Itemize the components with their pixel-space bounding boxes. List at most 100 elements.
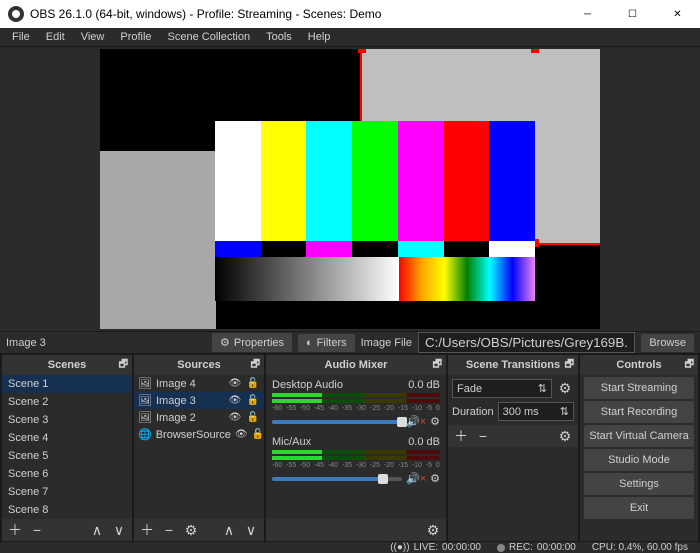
visibility-toggle[interactable]: 👁 (228, 395, 242, 406)
start-virtual-camera-button[interactable]: Start Virtual Camera (584, 425, 694, 447)
source-down-button[interactable]: ∨ (242, 521, 260, 539)
popout-icon[interactable]: 🗗 (685, 357, 694, 374)
menu-edit[interactable]: Edit (38, 28, 73, 46)
scenes-list[interactable]: Scene 1Scene 2Scene 3Scene 4Scene 5Scene… (2, 375, 132, 519)
scene-item[interactable]: Scene 2 (2, 393, 132, 411)
popout-icon[interactable]: 🗗 (433, 357, 442, 374)
menu-profile[interactable]: Profile (112, 28, 159, 46)
remove-scene-button[interactable]: − (28, 521, 46, 539)
menu-view[interactable]: View (73, 28, 113, 46)
studio-mode-button[interactable]: Studio Mode (584, 449, 694, 471)
channel-settings-button[interactable]: ⚙ (430, 472, 440, 485)
transition-current: Fade (457, 383, 482, 395)
close-button[interactable]: ✕ (655, 0, 700, 28)
menubar: File Edit View Profile Scene Collection … (0, 28, 700, 47)
selected-source-name: Image 3 (6, 337, 206, 349)
add-source-button[interactable]: ＋ (138, 521, 156, 539)
transitions-panel: Scene Transitions🗗 Fade⇅ ⚙ Duration 300 … (448, 355, 578, 541)
transitions-body: Fade⇅ ⚙ Duration 300 ms⇅ (448, 375, 578, 425)
sources-header[interactable]: Sources 🗗 (134, 355, 264, 375)
scene-item[interactable]: Scene 4 (2, 429, 132, 447)
exit-button[interactable]: Exit (584, 497, 694, 519)
settings-button[interactable]: Settings (584, 473, 694, 495)
vu-meter (272, 450, 440, 454)
lock-toggle[interactable]: 🔓 (246, 412, 260, 423)
browse-button[interactable]: Browse (641, 334, 694, 352)
mixer-settings-button[interactable]: ⚙ (424, 521, 442, 539)
lock-toggle[interactable]: 🔓 (246, 395, 260, 406)
channel-db: 0.0 dB (408, 436, 440, 448)
source-item[interactable]: 🌐BrowserSource👁🔓 (134, 426, 264, 443)
source-item[interactable]: 🖼Image 3👁🔓 (134, 392, 264, 409)
scenes-toolbar: ＋ − ∧ ∨ (2, 519, 132, 541)
resize-handle-tl[interactable] (358, 49, 366, 53)
status-live: ((●)) LIVE: 00:00:00 (390, 542, 481, 553)
source-properties-button[interactable]: ⚙ (182, 521, 200, 539)
scene-item[interactable]: Scene 3 (2, 411, 132, 429)
scene-item[interactable]: Scene 1 (2, 375, 132, 393)
transition-props-button[interactable]: ⚙ (556, 427, 574, 445)
menu-tools[interactable]: Tools (258, 28, 300, 46)
image-icon: 🖼 (138, 411, 152, 424)
preview-area[interactable] (0, 47, 700, 331)
volume-slider[interactable] (272, 477, 402, 481)
obs-logo-icon (8, 6, 24, 22)
remove-transition-button[interactable]: − (474, 427, 492, 445)
minimize-button[interactable]: ─ (565, 0, 610, 28)
popout-icon[interactable]: 🗗 (119, 357, 128, 374)
visibility-toggle[interactable]: 👁 (235, 429, 248, 440)
source-item-label: Image 2 (156, 412, 224, 424)
source-item-label: BrowserSource (156, 429, 231, 441)
visibility-toggle[interactable]: 👁 (228, 378, 242, 389)
source-image4-testcard[interactable] (215, 121, 535, 301)
start-recording-button[interactable]: Start Recording (584, 401, 694, 423)
start-streaming-button[interactable]: Start Streaming (584, 377, 694, 399)
transitions-header[interactable]: Scene Transitions🗗 (448, 355, 578, 375)
mute-button[interactable]: 🔊× (406, 472, 426, 485)
mute-button[interactable]: 🔊× (406, 415, 426, 428)
visibility-toggle[interactable]: 👁 (228, 412, 242, 423)
sources-panel: Sources🗗 🖼Image 4👁🔓🖼Image 3👁🔓🖼Image 2👁🔓🌐… (134, 355, 264, 541)
lock-toggle[interactable]: 🔓 (252, 429, 264, 440)
maximize-button[interactable]: ☐ (610, 0, 655, 28)
channel-settings-button[interactable]: ⚙ (430, 415, 440, 428)
menu-file[interactable]: File (4, 28, 38, 46)
transition-settings-button[interactable]: ⚙ (556, 380, 574, 398)
filters-button[interactable]: ◐Filters (298, 334, 355, 352)
source-image2[interactable] (100, 151, 216, 329)
scene-item[interactable]: Scene 6 (2, 465, 132, 483)
properties-button[interactable]: ⚙Properties (212, 333, 292, 352)
source-item[interactable]: 🖼Image 4👁🔓 (134, 375, 264, 392)
scene-down-button[interactable]: ∨ (110, 521, 128, 539)
add-scene-button[interactable]: ＋ (6, 521, 24, 539)
menu-help[interactable]: Help (300, 28, 339, 46)
filters-label: Filters (317, 337, 347, 349)
controls-panel: Controls🗗 Start Streaming Start Recordin… (580, 355, 698, 541)
mixer-body: Desktop Audio0.0 dB-60-55-50-45-40-35-30… (266, 375, 446, 519)
add-transition-button[interactable]: ＋ (452, 427, 470, 445)
controls-header[interactable]: Controls🗗 (580, 355, 698, 375)
volume-slider[interactable] (272, 420, 402, 424)
duration-spinbox[interactable]: 300 ms⇅ (498, 402, 574, 421)
mixer-header[interactable]: Audio Mixer🗗 (266, 355, 446, 375)
source-item-label: Image 3 (156, 395, 224, 407)
scene-item[interactable]: Scene 7 (2, 483, 132, 501)
scenes-header[interactable]: Scenes🗗 (2, 355, 132, 375)
lock-toggle[interactable]: 🔓 (246, 378, 260, 389)
sources-list[interactable]: 🖼Image 4👁🔓🖼Image 3👁🔓🖼Image 2👁🔓🌐BrowserSo… (134, 375, 264, 519)
source-item[interactable]: 🖼 Image 2 👁 🔓 (134, 409, 264, 426)
scene-item[interactable]: Scene 5 (2, 447, 132, 465)
image-file-input[interactable] (418, 332, 635, 353)
remove-source-button[interactable]: − (160, 521, 178, 539)
scene-item[interactable]: Scene 8 (2, 501, 132, 519)
scene-up-button[interactable]: ∧ (88, 521, 106, 539)
menu-scene-collection[interactable]: Scene Collection (160, 28, 259, 46)
window-title: OBS 26.1.0 (64-bit, windows) - Profile: … (30, 7, 565, 21)
popout-icon[interactable]: 🗗 (565, 357, 574, 374)
popout-icon[interactable]: 🗗 (251, 357, 260, 374)
resize-handle-tm[interactable] (531, 49, 539, 53)
preview-canvas[interactable] (100, 49, 600, 329)
source-up-button[interactable]: ∧ (220, 521, 238, 539)
transition-select[interactable]: Fade⇅ (452, 379, 552, 398)
sources-title: Sources (177, 359, 220, 371)
